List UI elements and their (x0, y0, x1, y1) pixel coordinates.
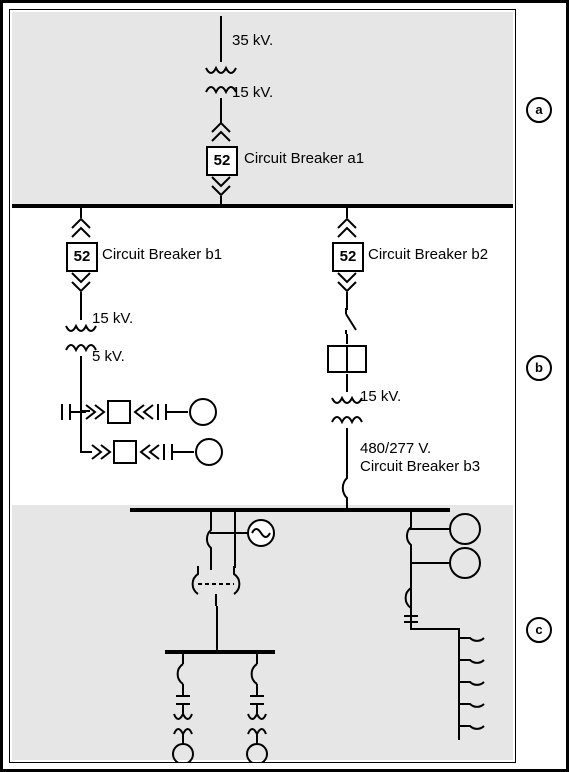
label-cb-b2: Circuit Breaker b2 (368, 246, 488, 263)
section-marker-a: a (526, 97, 552, 123)
chevron-up-icon (335, 216, 359, 240)
load-branch-2-icon (242, 654, 272, 763)
transformer-b2-icon (326, 392, 368, 428)
chevron-down-icon (335, 270, 359, 294)
marker-a-label: a (535, 102, 542, 117)
motor-starter-1-icon (58, 400, 238, 424)
label-cb-b1: Circuit Breaker b1 (102, 246, 222, 263)
chevron-down-icon (69, 270, 93, 294)
cb-b2-type: 52 (340, 248, 357, 265)
circuit-breaker-b1: 52 (66, 242, 98, 272)
transfer-switch-icon (186, 566, 246, 606)
breaker-cap-icon (400, 588, 422, 628)
line-c-left-c (234, 512, 236, 568)
circuit-breaker-a1: 52 (206, 146, 238, 176)
cb-a1-type: 52 (214, 152, 231, 169)
section-marker-b: b (526, 355, 552, 381)
drawout-element-icon (326, 344, 368, 374)
line-b2-d (346, 428, 348, 468)
panel-feeders-icon (424, 628, 484, 744)
section-marker-c: c (526, 617, 552, 643)
chevron-down-icon (209, 174, 233, 198)
line-b2-c (346, 374, 348, 392)
section-markers-strip: a b c (520, 9, 560, 763)
line-motor2-h (410, 562, 450, 564)
label-primary-hv: 35 kV. (232, 32, 273, 49)
line-gen-h (210, 532, 250, 534)
bus-lv (130, 508, 450, 512)
label-primary-lv: 15 kV. (232, 84, 273, 101)
label-b1-lv: 5 kV. (92, 348, 125, 365)
line-b2-b (346, 334, 348, 344)
line-c-to-bus3 (216, 606, 218, 650)
load-branch-1-icon (168, 654, 198, 763)
motor-icon (448, 512, 482, 546)
chevron-up-icon (69, 216, 93, 240)
marker-b-label: b (535, 360, 543, 375)
diagram-canvas: 35 kV. 15 kV. 52 Circuit Breaker a1 (9, 9, 516, 763)
disconnect-switch-icon (336, 308, 360, 334)
breaker-arc-b3-icon (336, 468, 358, 508)
diagram-frame: 35 kV. 15 kV. 52 Circuit Breaker a1 (0, 0, 569, 772)
label-lv-bus-voltage: 480/277 V. (360, 440, 431, 457)
motor-starter-2-icon (80, 440, 238, 464)
circuit-breaker-b2: 52 (332, 242, 364, 272)
cb-b1-type: 52 (74, 248, 91, 265)
line-b1-to-tx (80, 292, 82, 320)
chevron-up-icon (209, 120, 233, 144)
generator-icon (246, 518, 276, 548)
label-cb-b3: Circuit Breaker b3 (360, 458, 480, 475)
line-motor1-h (410, 528, 450, 530)
bus-main (12, 204, 513, 208)
label-cb-a1: Circuit Breaker a1 (244, 150, 364, 167)
motor-icon (448, 546, 482, 580)
marker-c-label: c (535, 622, 542, 637)
breaker-arc-icon (200, 526, 222, 552)
line-incoming (220, 16, 222, 62)
